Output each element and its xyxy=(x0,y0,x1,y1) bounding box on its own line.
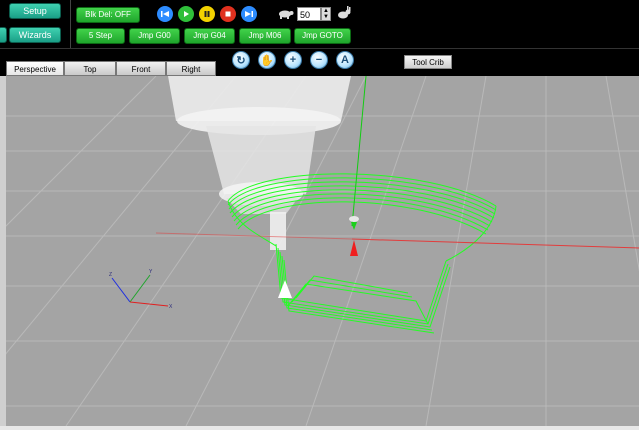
jump-g00-button[interactable]: Jmp G00 xyxy=(129,28,180,44)
step-forward-icon xyxy=(245,11,253,17)
tab-perspective[interactable]: Perspective xyxy=(6,61,64,76)
step-forward-button[interactable] xyxy=(241,6,257,22)
rotate-icon[interactable]: ↻ xyxy=(232,51,250,69)
toolbar-separator xyxy=(70,0,71,48)
top-toolbar: Setup Wizards Blk Del: OFF 50 ▲ ▼ 5 Step … xyxy=(0,0,639,48)
play-button[interactable] xyxy=(178,6,194,22)
origin-marker xyxy=(349,216,359,222)
pause-icon xyxy=(204,11,210,17)
jump-goto-button[interactable]: Jmp GOTO xyxy=(294,28,351,44)
stop-button[interactable] xyxy=(220,6,236,22)
tab-top[interactable]: Top xyxy=(64,61,116,76)
axis-y-label: Y xyxy=(149,269,153,275)
rewind-icon xyxy=(161,11,169,17)
setup-button[interactable]: Setup xyxy=(9,3,61,19)
axis-triad: Z Y X xyxy=(109,269,173,310)
tab-front[interactable]: Front xyxy=(116,61,166,76)
3d-viewport[interactable]: Z Y X xyxy=(6,76,639,426)
slow-turtle-icon[interactable] xyxy=(277,8,294,19)
speed-stepper[interactable]: ▲ ▼ xyxy=(321,7,331,21)
jump-g04-button[interactable]: Jmp G04 xyxy=(184,28,235,44)
step-5-button[interactable]: 5 Step xyxy=(76,28,125,44)
x-axis-line xyxy=(351,238,639,249)
rewind-button[interactable] xyxy=(157,6,173,22)
tool-crib-button[interactable]: Tool Crib xyxy=(404,55,452,69)
jump-m06-button[interactable]: Jmp M06 xyxy=(239,28,291,44)
zoom-in-icon[interactable]: + xyxy=(284,51,302,69)
block-delete-button[interactable]: Blk Del: OFF xyxy=(76,7,140,23)
bottom-scrollbar[interactable] xyxy=(0,426,639,430)
wizards-button[interactable]: Wizards xyxy=(9,27,61,43)
origin-cone-green xyxy=(351,222,357,230)
stop-icon xyxy=(225,11,231,17)
tab-right[interactable]: Right xyxy=(166,61,216,76)
pan-hand-icon[interactable]: ✋ xyxy=(258,51,276,69)
zoom-fit-icon[interactable]: A xyxy=(336,51,354,69)
spindle-head xyxy=(168,76,351,250)
pause-button[interactable] xyxy=(199,6,215,22)
left-edge-button[interactable] xyxy=(0,27,7,43)
zoom-out-icon[interactable]: − xyxy=(310,51,328,69)
speed-input[interactable]: 50 xyxy=(297,7,321,21)
axis-x-label: X xyxy=(169,304,173,310)
play-icon xyxy=(184,11,189,17)
axis-z-label: Z xyxy=(109,272,112,278)
fast-rabbit-icon[interactable] xyxy=(336,6,352,20)
viewport-scene: Z Y X xyxy=(6,76,639,426)
origin-cone-red xyxy=(350,240,358,256)
